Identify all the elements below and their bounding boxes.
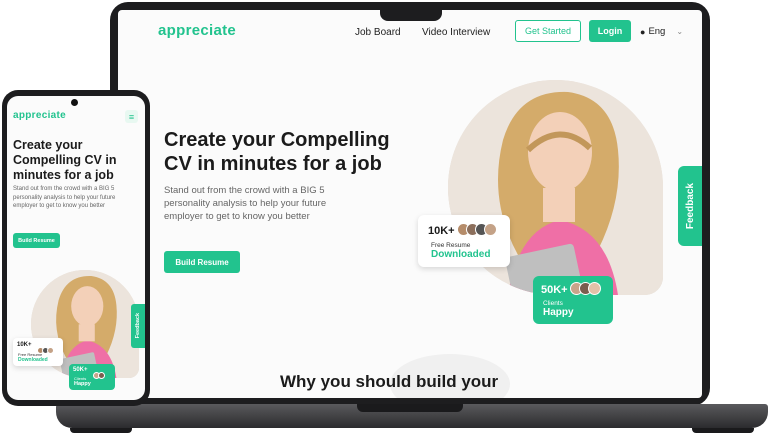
- phone-stat-card-resumes: 10K+ Free Resume Downloaded: [13, 338, 63, 366]
- stat-sub: Downloaded: [431, 249, 491, 260]
- avatar: [47, 347, 54, 354]
- stat-value: 10K+: [17, 342, 32, 348]
- phone-build-resume-button[interactable]: Build Resume: [13, 233, 60, 248]
- stat-card-clients: 50K+ Clients Happy: [533, 276, 613, 324]
- stat-card-resumes: 10K+ Free Resume Downloaded: [418, 215, 510, 267]
- phone-feedback-tab[interactable]: Feedback: [131, 304, 145, 348]
- laptop-base-groove: [357, 404, 463, 412]
- globe-icon: ●: [640, 26, 646, 37]
- phone-screen: appreciate ≡ Create your Compelling CV i…: [7, 96, 145, 400]
- avatar: [588, 282, 601, 295]
- hero-subtitle: Stand out from the crowd with a BIG 5 pe…: [164, 185, 327, 222]
- avatar: [98, 372, 105, 379]
- chevron-down-icon: ⌄: [676, 27, 684, 36]
- phone-stat-card-clients: 50K+ Clients Happy: [69, 364, 115, 390]
- section-heading: Why you should build your: [280, 372, 499, 391]
- stat-value: 50K+: [541, 284, 568, 296]
- phone-hero-subtitle: Stand out from the crowd with a BIG 5 pe…: [13, 186, 116, 209]
- language-selector[interactable]: ● Eng ⌄: [640, 26, 683, 37]
- hero-title: Create your Compelling CV in minutes for…: [164, 128, 434, 176]
- feedback-tab[interactable]: Feedback: [678, 166, 702, 246]
- language-label: Eng: [648, 26, 666, 37]
- avatar-group: [570, 282, 601, 300]
- nav-video-interview[interactable]: Video Interview: [422, 27, 490, 38]
- phone-camera: [71, 99, 78, 106]
- feedback-label: Feedback: [135, 313, 141, 339]
- hero-title-line-1: Create your Compelling: [164, 129, 390, 151]
- avatar-group: [93, 366, 105, 384]
- laptop-notch: [380, 3, 442, 21]
- stat-sub: Happy: [543, 307, 574, 318]
- menu-icon[interactable]: ≡: [125, 110, 138, 123]
- stat-sub: Downloaded: [18, 357, 48, 363]
- hero-title-line-2: CV in minutes for a job: [164, 153, 382, 175]
- feedback-label: Feedback: [684, 182, 696, 230]
- avatar-group: [457, 223, 497, 241]
- stat-label: Free Resume: [431, 242, 471, 249]
- stat-sub: Happy: [74, 381, 91, 387]
- phone-hero-title: Create your Compelling CV in minutes for…: [13, 138, 117, 182]
- laptop-foot: [70, 428, 132, 433]
- build-resume-button[interactable]: Build Resume: [164, 251, 240, 273]
- login-button[interactable]: Login: [589, 20, 631, 42]
- avatar: [484, 223, 497, 236]
- site-logo[interactable]: appreciate: [158, 22, 236, 39]
- phone-logo[interactable]: appreciate: [13, 110, 66, 121]
- nav-job-board[interactable]: Job Board: [355, 27, 401, 38]
- stat-label: Clients: [543, 300, 563, 307]
- get-started-button[interactable]: Get Started: [515, 20, 581, 42]
- stat-value: 50K+: [73, 367, 88, 373]
- laptop-foot: [692, 428, 754, 433]
- stat-value: 10K+: [428, 225, 455, 237]
- laptop-screen: appreciate Job Board Video Interview Get…: [118, 10, 702, 398]
